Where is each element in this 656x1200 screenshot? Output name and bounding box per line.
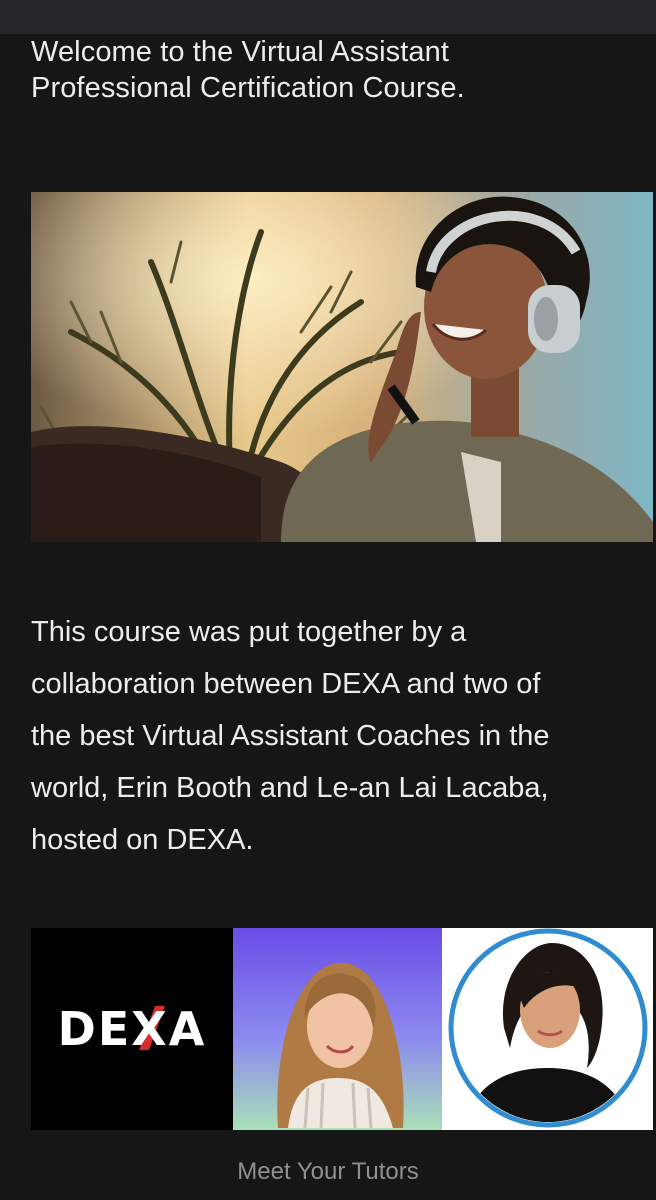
lean-portrait [442,928,653,1130]
tutor-photo-lean [442,928,653,1130]
intro-line-1: This course was put together by a [31,616,467,648]
dexa-logo-tile: DE XA [31,928,233,1130]
intro-line-4: world, Erin Booth and Le-an Lai Lacaba, [31,772,549,804]
title-line-2: Professional Certification Course. [31,72,465,104]
page-title: Welcome to the Virtual Assistant Profess… [31,34,631,106]
dexa-logo-x: X [131,1002,169,1056]
intro-line-2: collaboration between DEXA and two of [31,668,541,700]
dexa-logo-de: DE [57,1002,132,1056]
hero-illustration [31,192,653,542]
tutors-banner: DE XA [31,928,653,1130]
hero-image [31,192,653,542]
tutor-photo-erin [233,928,442,1130]
title-line-1: Welcome to the Virtual Assistant [31,36,449,68]
dexa-logo: DE XA [58,1002,207,1056]
intro-paragraph: This course was put together by a collab… [31,606,641,866]
intro-line-5: hosted on DEXA. [31,824,254,856]
dexa-logo-a: A [168,1002,207,1056]
erin-portrait [233,928,442,1130]
tutors-caption: Meet Your Tutors [237,1158,419,1185]
top-bar [0,0,656,34]
intro-line-3: the best Virtual Assistant Coaches in th… [31,720,550,752]
